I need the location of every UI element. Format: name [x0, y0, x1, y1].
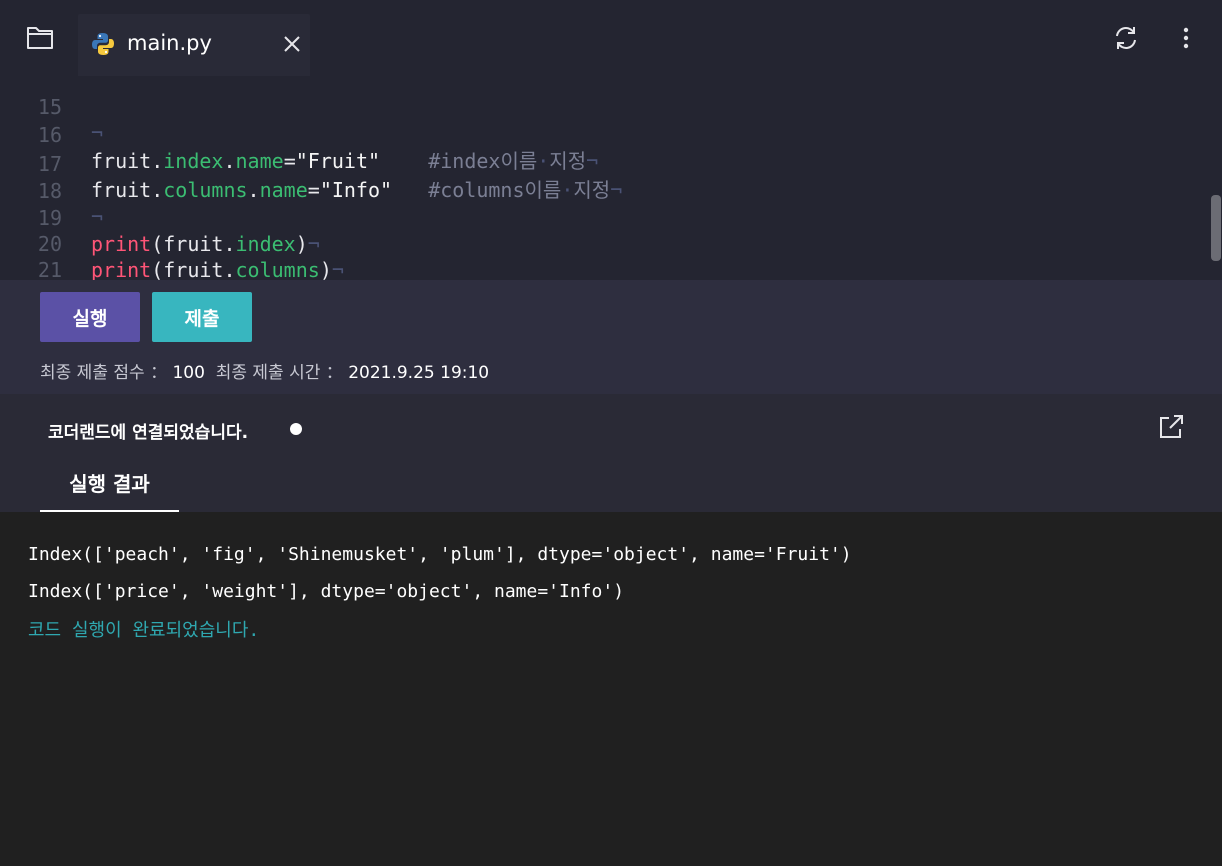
output-panel: Index(['peach', 'fig', 'Shinemusket', 'p…	[0, 512, 1222, 866]
submit-button[interactable]: 제출	[152, 292, 252, 342]
external-link-icon[interactable]	[1157, 413, 1185, 441]
time-label: 최종 제출 시간	[215, 363, 321, 383]
status-dot	[290, 423, 302, 435]
close-icon[interactable]	[281, 33, 303, 55]
code-line: 21 ¬	[0, 231, 1200, 280]
output-line: Index(['price', 'weight'], dtype='object…	[28, 581, 625, 602]
score-info: 최종 제출 점수 ： 100 최종 제출 시간 ： 2021.9.25 19:1…	[40, 358, 489, 383]
output-line: Index(['peach', 'fig', 'Shinemusket', 'p…	[28, 544, 852, 565]
separator: ：	[325, 363, 343, 383]
code-line: 15 ¬	[0, 76, 1200, 145]
connection-status: 코더랜드에 연결되었습니다.	[48, 423, 249, 443]
tab-filename: main.py	[127, 31, 212, 55]
code-editor[interactable]: 15 ¬ 16 fruit.index.name="Fruit" #index이…	[0, 76, 1222, 280]
completion-message: 코드 실행이 완료되었습니다.	[28, 620, 260, 641]
score-label: 최종 제출 점수	[40, 363, 145, 383]
run-button[interactable]: 실행	[40, 292, 140, 342]
editor-scrollbar[interactable]	[1211, 195, 1221, 261]
folder-icon[interactable]	[26, 24, 54, 50]
more-vertical-icon[interactable]	[1176, 26, 1196, 50]
separator: ：	[150, 363, 168, 383]
code-line: 22 ¬	[0, 257, 1200, 280]
code-line: 16 fruit.index.name="Fruit" #index이름·지정¬	[0, 96, 1200, 173]
tab-main-py[interactable]: main.py	[78, 14, 310, 76]
code-line: 17 fruit.columns.name="Info" #columns이름·…	[0, 125, 1200, 202]
code-line: 19 print(fruit.index)¬	[0, 179, 1200, 256]
code-line: 20 print(fruit.columns)¬	[0, 205, 1200, 280]
tab-run-result[interactable]: 실행 결과	[40, 468, 179, 512]
python-icon	[92, 33, 114, 55]
top-bar: main.py	[0, 0, 1222, 76]
code-line: 18 ¬	[0, 152, 1200, 229]
time-value: 2021.9.25 19:10	[348, 363, 490, 383]
score-value: 100	[172, 363, 205, 383]
refresh-icon[interactable]	[1112, 24, 1140, 52]
console-header: 코더랜드에 연결되었습니다. 실행 결과	[0, 394, 1222, 512]
action-bar: 실행 제출 최종 제출 점수 ： 100 최종 제출 시간 ： 2021.9.2…	[0, 280, 1222, 394]
